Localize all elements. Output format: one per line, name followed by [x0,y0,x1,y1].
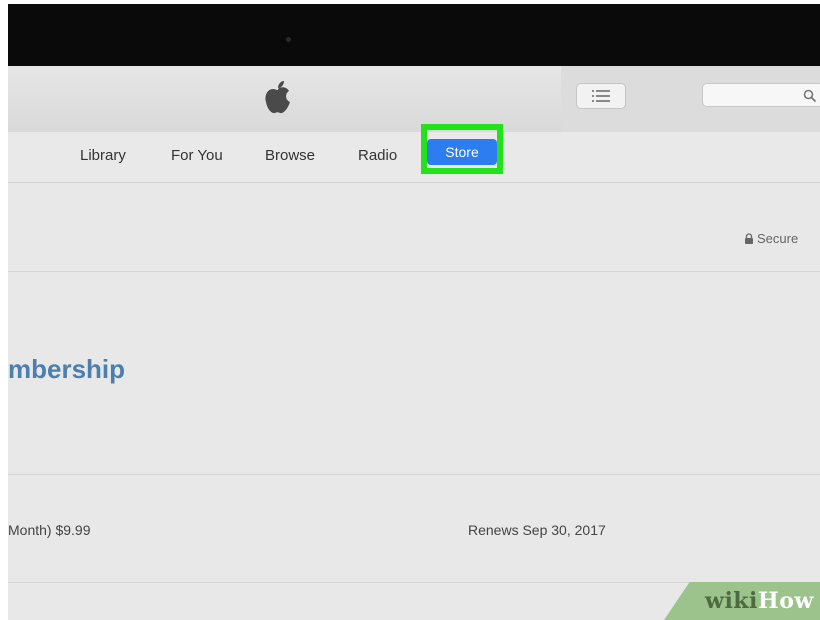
tab-library[interactable]: Library [80,147,126,165]
wikihow-logo-how: How [757,588,814,614]
list-view-button[interactable] [576,83,626,109]
plan-price: Month) $9.99 [8,522,91,538]
search-field[interactable] [702,83,820,107]
secure-label: Secure [757,231,799,246]
tab-radio[interactable]: Radio [358,147,397,165]
tab-store[interactable]: Store [427,139,497,165]
apple-logo-icon [265,81,290,114]
itunes-navbar: Library For You Browse Radio Store [8,124,820,183]
wikihow-logo: wikiHow [705,588,814,614]
search-icon [803,89,817,103]
itunes-titlebar [8,66,820,132]
renewal-date: Renews Sep 30, 2017 [468,522,606,538]
secure-indicator: Secure [744,231,798,246]
tab-browse[interactable]: Browse [265,147,315,165]
screen: Library For You Browse Radio Store Secur… [8,4,820,620]
list-icon [592,90,610,102]
membership-heading: mbership [8,354,126,384]
search-input[interactable] [711,86,801,106]
secure-row: Secure [8,183,820,272]
wikihow-logo-wiki: wiki [705,588,758,614]
monitor-bezel [8,4,820,66]
tab-for-you[interactable]: For You [171,147,223,165]
divider [8,474,820,475]
lock-icon [745,233,753,244]
camera-icon [286,37,291,42]
